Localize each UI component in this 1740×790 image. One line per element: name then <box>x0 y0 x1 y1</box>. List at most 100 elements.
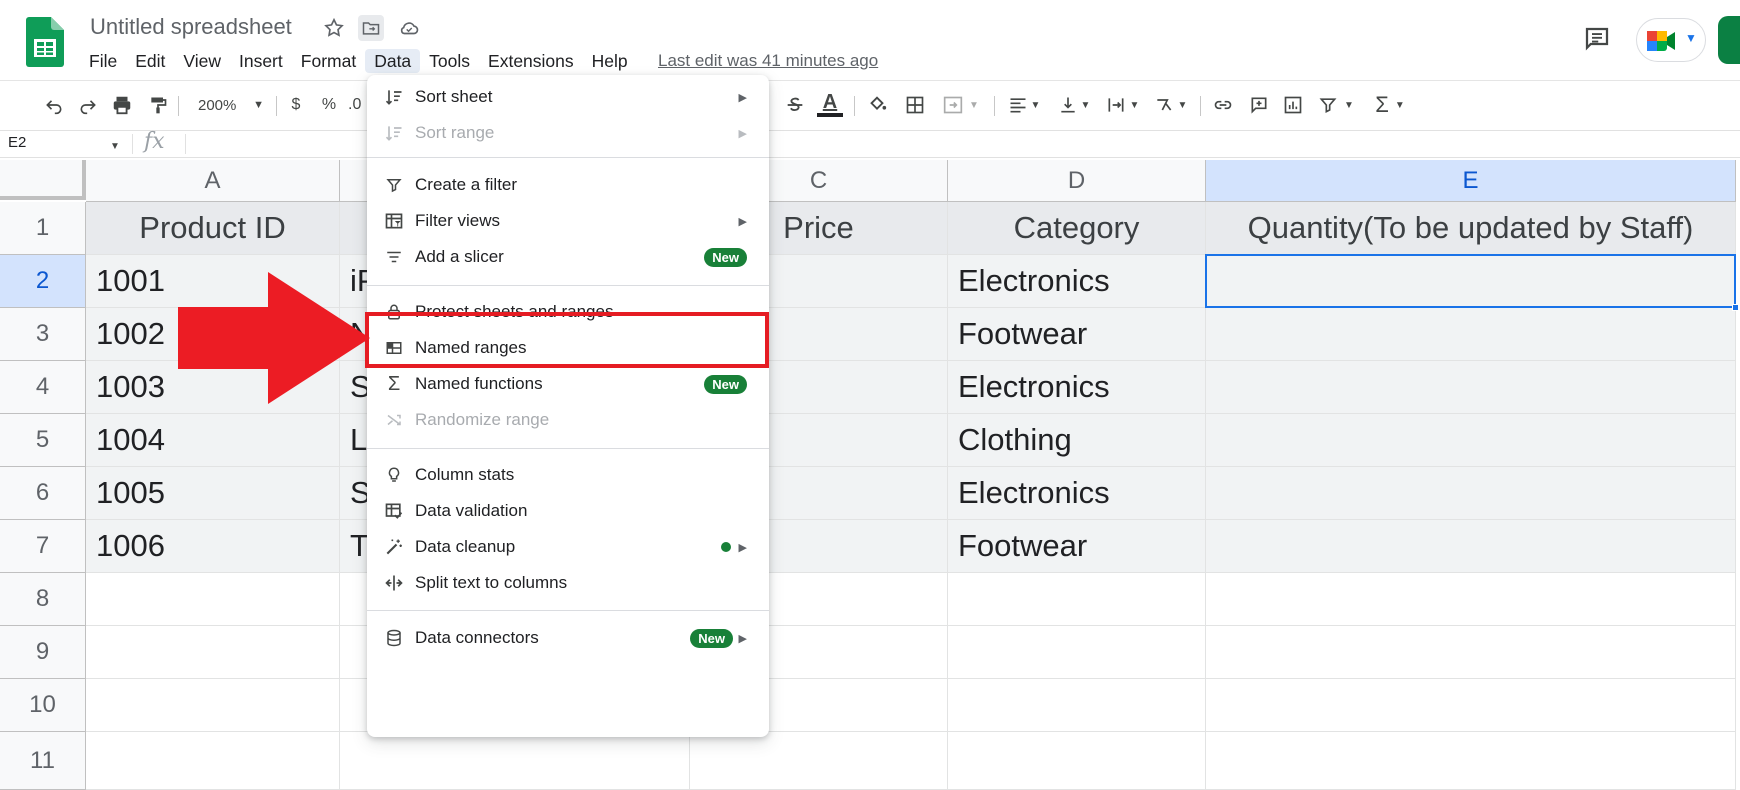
menu-format[interactable]: Format <box>292 49 365 73</box>
last-edit-link[interactable]: Last edit was 41 minutes ago <box>658 51 878 71</box>
menu-item-add-a-slicer[interactable]: Add a slicer New <box>367 239 769 275</box>
currency-format-button[interactable]: $ <box>284 92 308 118</box>
meet-button[interactable]: ▼ <box>1636 18 1706 62</box>
create-filter-icon[interactable]: ▼ <box>1316 92 1356 118</box>
menu-data[interactable]: Data <box>365 49 421 73</box>
row-header-8[interactable]: 8 <box>0 573 86 626</box>
redo-icon[interactable] <box>76 92 100 118</box>
cell-a8[interactable] <box>86 573 340 626</box>
horizontal-align-icon[interactable]: ▼ <box>1004 92 1044 118</box>
cell-a9[interactable] <box>86 626 340 679</box>
menu-item-data-validation[interactable]: Data validation <box>367 493 769 529</box>
cell-d11[interactable] <box>948 732 1206 790</box>
cell-c11[interactable] <box>690 732 948 790</box>
cell-d4[interactable]: Electronics <box>948 361 1206 414</box>
print-icon[interactable] <box>110 92 134 118</box>
menu-file[interactable]: File <box>80 49 126 73</box>
text-color-icon[interactable]: A <box>816 92 844 118</box>
cell-d3[interactable]: Footwear <box>948 308 1206 361</box>
menu-item-filter-views[interactable]: Filter views ▶ <box>367 203 769 239</box>
cell-d7[interactable]: Footwear <box>948 520 1206 573</box>
cell-a10[interactable] <box>86 679 340 732</box>
text-wrapping-icon[interactable]: ▼ <box>1102 92 1142 118</box>
menu-item-sort-sheet[interactable]: Sort sheet ▶ <box>367 79 769 115</box>
row-header-9[interactable]: 9 <box>0 626 86 679</box>
row-header-11[interactable]: 11 <box>0 732 86 790</box>
move-to-folder-icon[interactable] <box>358 15 384 41</box>
menu-item-data-connectors[interactable]: Data connectors New ▶ <box>367 620 769 656</box>
menu-insert[interactable]: Insert <box>230 49 292 73</box>
cell-e9[interactable] <box>1206 626 1736 679</box>
cell-d5[interactable]: Clothing <box>948 414 1206 467</box>
cell-a1[interactable]: Product ID <box>86 202 340 255</box>
insert-comment-icon[interactable] <box>1246 92 1272 118</box>
cell-d10[interactable] <box>948 679 1206 732</box>
menu-item-column-stats[interactable]: Column stats <box>367 457 769 493</box>
cell-d8[interactable] <box>948 573 1206 626</box>
cell-e11[interactable] <box>1206 732 1736 790</box>
menu-item-split-text-to-columns[interactable]: Split text to columns <box>367 565 769 601</box>
strikethrough-icon[interactable] <box>782 92 808 118</box>
undo-icon[interactable] <box>42 92 66 118</box>
row-header-7[interactable]: 7 <box>0 520 86 573</box>
cell-d2[interactable]: Electronics <box>948 255 1206 308</box>
column-header-a[interactable]: A <box>86 160 340 202</box>
cell-d6[interactable]: Electronics <box>948 467 1206 520</box>
select-all-corner[interactable] <box>0 160 86 200</box>
paint-format-icon[interactable] <box>146 92 170 118</box>
cell-e3[interactable] <box>1206 308 1736 361</box>
zoom-select[interactable]: 200% ▼ <box>186 90 268 120</box>
cell-d1[interactable]: Category <box>948 202 1206 255</box>
sheets-logo-icon[interactable] <box>26 17 64 67</box>
star-icon[interactable] <box>321 15 347 41</box>
cell-e8[interactable] <box>1206 573 1736 626</box>
insert-link-icon[interactable] <box>1210 92 1236 118</box>
formula-divider <box>185 134 186 154</box>
menu-item-data-cleanup[interactable]: Data cleanup ▶ <box>367 529 769 565</box>
row-header-10[interactable]: 10 <box>0 679 86 732</box>
cell-a6[interactable]: 1005 <box>86 467 340 520</box>
merge-cells-icon[interactable]: ▼ <box>938 92 982 118</box>
vertical-align-icon[interactable]: ▼ <box>1054 92 1094 118</box>
cell-e6[interactable] <box>1206 467 1736 520</box>
cell-a11[interactable] <box>86 732 340 790</box>
cell-e7[interactable] <box>1206 520 1736 573</box>
fill-handle[interactable] <box>1732 304 1739 311</box>
borders-icon[interactable] <box>902 92 928 118</box>
text-rotation-icon[interactable]: ▼ <box>1150 92 1190 118</box>
menu-extensions[interactable]: Extensions <box>479 49 583 73</box>
cell-a7[interactable]: 1006 <box>86 520 340 573</box>
cell-e1[interactable]: Quantity(To be updated by Staff) <box>1206 202 1736 255</box>
cell-b11[interactable] <box>340 732 690 790</box>
column-header-e[interactable]: E <box>1206 160 1736 202</box>
cell-e5[interactable] <box>1206 414 1736 467</box>
row-header-6[interactable]: 6 <box>0 467 86 520</box>
cell-e10[interactable] <box>1206 679 1736 732</box>
menu-item-create-a-filter[interactable]: Create a filter <box>367 167 769 203</box>
percent-format-button[interactable]: % <box>317 92 341 118</box>
insert-chart-icon[interactable] <box>1280 92 1306 118</box>
fill-color-icon[interactable] <box>864 92 890 118</box>
menu-help[interactable]: Help <box>583 49 637 73</box>
sort-icon <box>383 86 405 108</box>
row-header-1[interactable]: 1 <box>0 202 86 255</box>
share-button[interactable] <box>1718 16 1740 64</box>
name-box-dropdown-icon[interactable]: ▼ <box>110 141 120 152</box>
menu-tools[interactable]: Tools <box>420 49 479 73</box>
functions-icon[interactable]: Σ ▼ <box>1370 92 1410 118</box>
menu-view[interactable]: View <box>174 49 230 73</box>
comment-history-icon[interactable] <box>1582 24 1612 54</box>
cell-a5[interactable]: 1004 <box>86 414 340 467</box>
cloud-saved-icon[interactable] <box>396 15 422 41</box>
menu-edit[interactable]: Edit <box>126 49 174 73</box>
document-title[interactable]: Untitled spreadsheet <box>90 14 292 40</box>
cell-e4[interactable] <box>1206 361 1736 414</box>
menu-item-named-functions[interactable]: Σ Named functions New <box>367 366 769 402</box>
column-header-d[interactable]: D <box>948 160 1206 202</box>
row-header-2[interactable]: 2 <box>0 255 86 308</box>
row-header-3[interactable]: 3 <box>0 308 86 361</box>
cell-d9[interactable] <box>948 626 1206 679</box>
name-box[interactable]: E2 <box>8 134 26 151</box>
row-header-5[interactable]: 5 <box>0 414 86 467</box>
row-header-4[interactable]: 4 <box>0 361 86 414</box>
